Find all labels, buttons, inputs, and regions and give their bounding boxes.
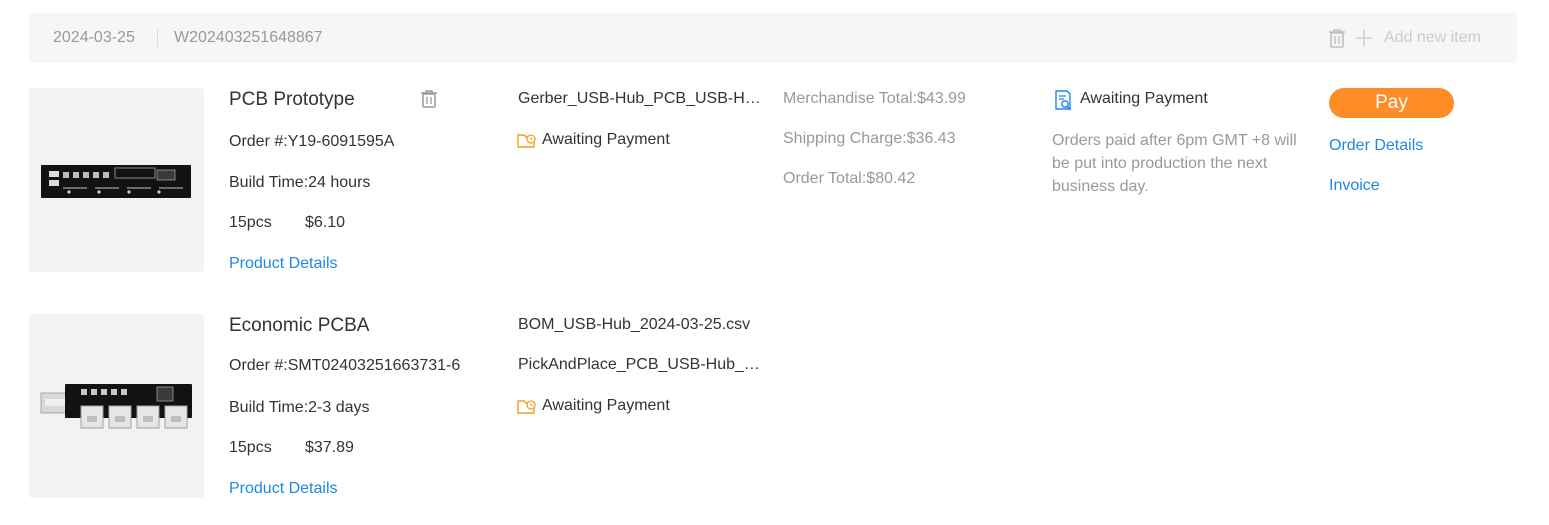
quantity: 15pcs xyxy=(229,214,272,231)
invoice-link[interactable]: Invoice xyxy=(1329,177,1380,195)
plus-icon[interactable] xyxy=(1354,27,1374,49)
trash-icon[interactable] xyxy=(1326,27,1348,49)
trash-icon[interactable] xyxy=(419,89,439,109)
file-clock-icon xyxy=(517,132,537,150)
order-number-text: Order #:Y19-6091595A xyxy=(229,133,395,150)
order-number-text: Order #:SMT02403251663731-6 xyxy=(229,357,461,374)
order-date: 2024-03-25 xyxy=(53,29,135,46)
order-number: W202403251648867 xyxy=(174,29,323,46)
build-time: Build Time:24 hours xyxy=(229,174,371,191)
order-header: 2024-03-25 W202403251648867 Add new item xyxy=(29,13,1517,63)
product-title: PCB Prototype xyxy=(229,89,355,110)
order-status: Awaiting Payment xyxy=(1080,90,1208,107)
price: $37.89 xyxy=(305,439,354,456)
document-search-icon xyxy=(1054,90,1074,112)
header-divider xyxy=(157,29,158,47)
product-title: Economic PCBA xyxy=(229,315,370,336)
order-details-link[interactable]: Order Details xyxy=(1329,137,1423,155)
product-details-link[interactable]: Product Details xyxy=(229,255,338,273)
file-status-text: Awaiting Payment xyxy=(542,397,670,414)
build-time: Build Time:2-3 days xyxy=(229,399,370,416)
shipping-charge: Shipping Charge:$36.43 xyxy=(783,130,956,147)
quantity: 15pcs xyxy=(229,439,272,456)
merchandise-total: Merchandise Total:$43.99 xyxy=(783,90,966,107)
price: $6.10 xyxy=(305,214,346,231)
pick-and-place-file-name[interactable]: PickAndPlace_PCB_USB-Hub_2024-03-25.csv xyxy=(518,356,766,374)
file-clock-icon xyxy=(517,398,537,416)
order-total: Order Total:$80.42 xyxy=(783,170,916,187)
pcb-prototype-thumbnail[interactable] xyxy=(29,88,204,272)
production-note: Orders paid after 6pm GMT +8 will be put… xyxy=(1052,132,1297,195)
file-status-text: Awaiting Payment xyxy=(542,131,670,148)
bom-file-name[interactable]: BOM_USB-Hub_2024-03-25.csv xyxy=(518,316,766,334)
economic-pcba-thumbnail[interactable] xyxy=(29,314,204,498)
gerber-file-name[interactable]: Gerber_USB-Hub_PCB_USB-Hub_2024-03-25.zi… xyxy=(518,90,766,108)
product-details-link[interactable]: Product Details xyxy=(229,480,338,498)
pay-button[interactable]: Pay xyxy=(1329,88,1454,118)
add-new-item-button[interactable]: Add new item xyxy=(1384,29,1481,47)
